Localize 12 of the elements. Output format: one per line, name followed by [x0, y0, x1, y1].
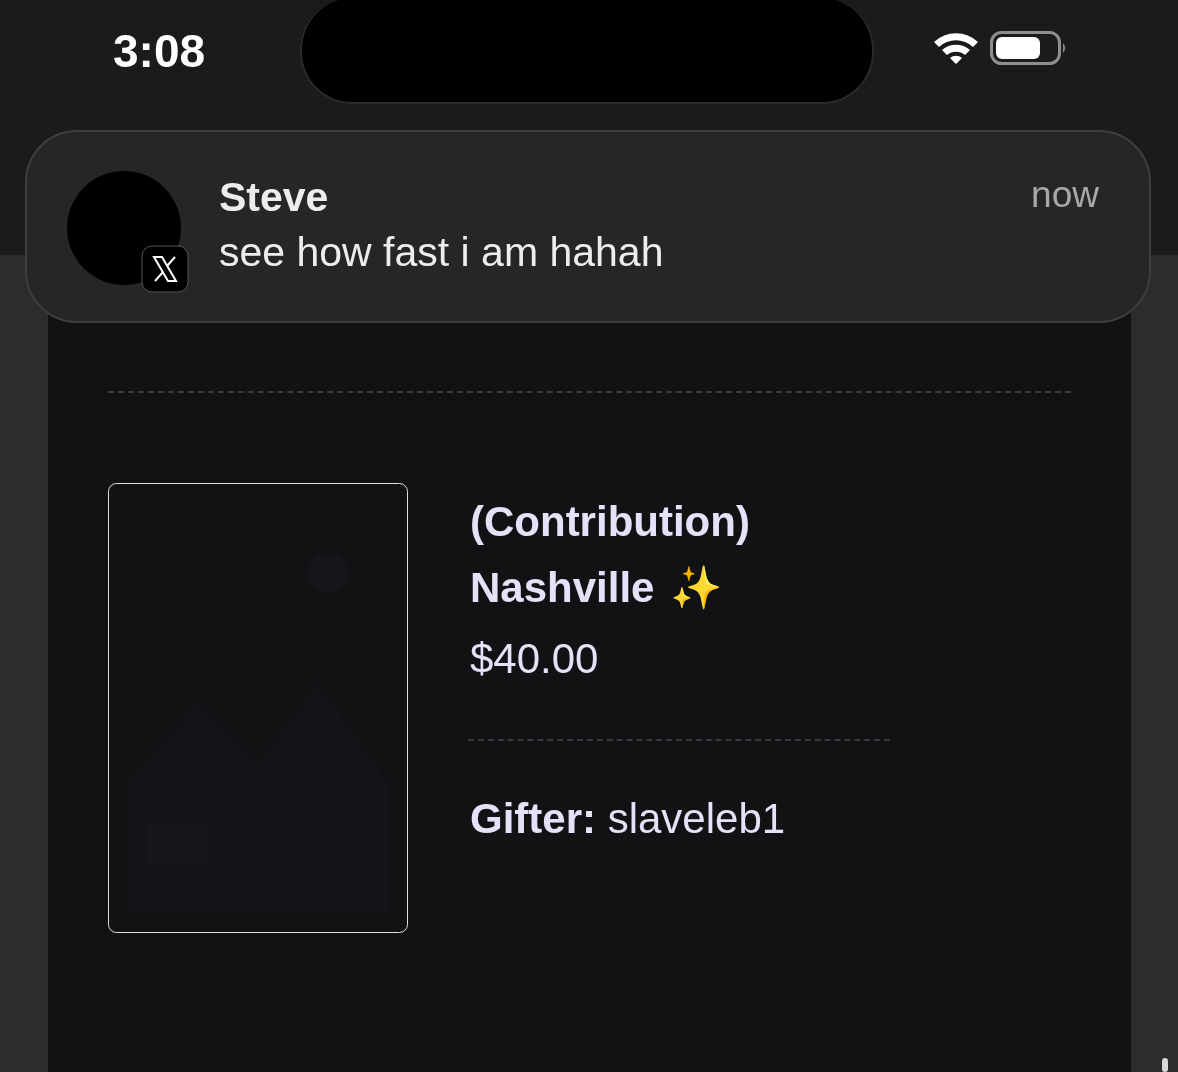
- item-title: (Contribution) Nashville ✨: [470, 497, 751, 613]
- wifi-icon: [932, 30, 980, 66]
- status-time: 3:08: [113, 24, 207, 78]
- scroll-indicator: [1162, 1058, 1168, 1072]
- x-app-icon: [141, 245, 189, 293]
- notification-banner[interactable]: Steve see how fast i am hahah now: [25, 130, 1151, 323]
- notification-message: see how fast i am hahah: [219, 229, 665, 276]
- battery-icon: [990, 30, 1068, 66]
- gifter-text: Gifter: slaveleb1: [470, 795, 787, 843]
- notification-time: now: [1031, 174, 1099, 216]
- item-price: $40.00: [470, 635, 600, 683]
- sender-name: Steve: [219, 174, 330, 221]
